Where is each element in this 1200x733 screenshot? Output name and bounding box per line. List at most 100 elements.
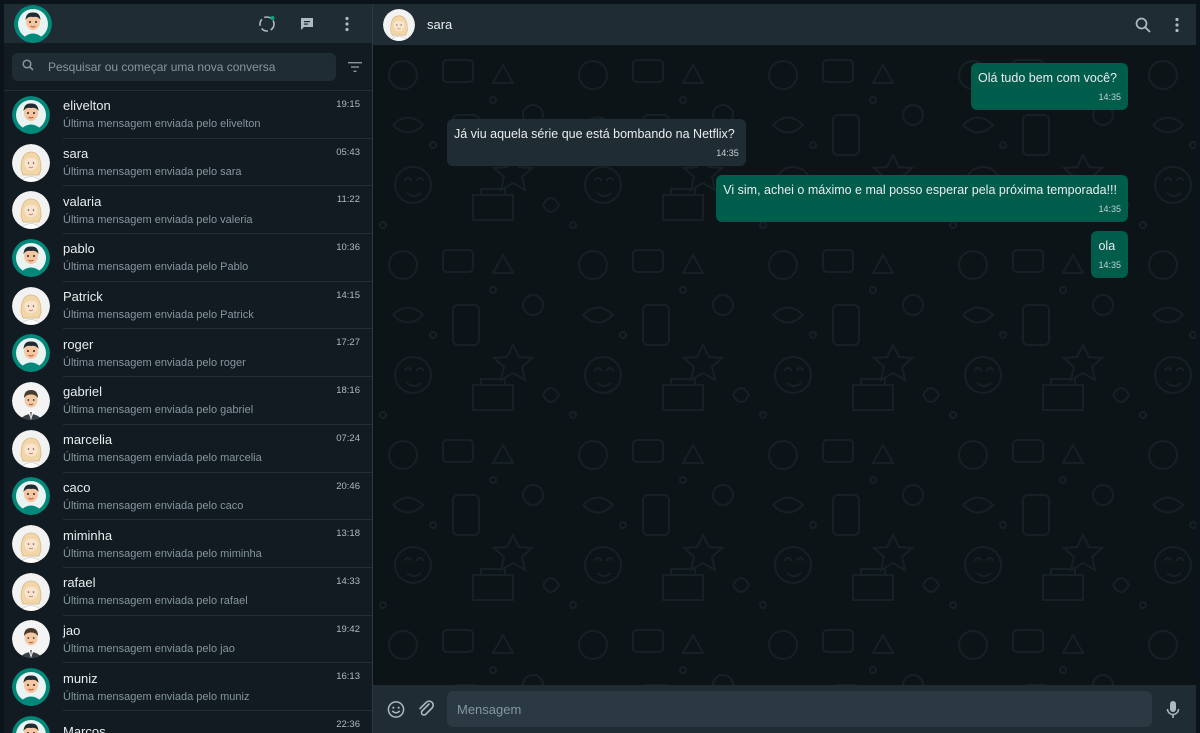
chat-time: 16:13 [336,671,360,683]
chat-item-body: jao 19:42 Última mensagem enviada pelo j… [63,616,372,664]
chat-time: 19:15 [336,99,360,110]
chat-last-message: Última mensagem enviada pelo sara [63,166,242,179]
chat-last-message: Última mensagem enviada pelo Patrick [63,309,254,322]
attach-icon[interactable] [417,700,435,718]
chat-last-message: Última mensagem enviada pelo Pablo [63,261,249,274]
chat-list-item[interactable]: Marcos 22:36 [4,711,372,733]
chat-item-body: Patrick 14:15 Última mensagem enviada pe… [63,282,372,330]
chat-list-item[interactable]: elivelton 19:15 Última mensagem enviada … [4,91,372,139]
chat-time: 05:43 [336,146,360,158]
chat-list: elivelton 19:15 Última mensagem enviada … [4,91,372,733]
chat-name: caco [63,479,91,495]
chat-avatar [12,191,50,230]
chat-item-body: marcelia 07:24 Última mensagem enviada p… [63,425,372,473]
chat-avatar [12,668,50,707]
chat-time: 17:27 [336,337,360,349]
chat-item-body: roger 17:27 Última mensagem enviada pelo… [63,329,372,378]
search-input[interactable] [48,59,326,74]
chat-list-item[interactable]: sara 05:43 Última mensagem enviada pelo … [4,139,372,187]
chat-item-body: miminha 13:18 Última mensagem enviada pe… [63,520,372,568]
chat-avatar [12,525,50,564]
chat-time: 11:22 [336,194,360,206]
chat-avatar [12,381,50,420]
message-area[interactable]: Olá tudo bem com você? 14:35 Já viu aque… [373,45,1196,685]
chat-list-item[interactable]: gabriel 18:16 Última mensagem enviada pe… [4,377,372,425]
chat-panel: sara Olá tudo bem com você? 14:35 Já viu… [373,4,1196,733]
message-time: 14:35 [1098,260,1121,270]
chat-avatar [12,143,50,182]
chat-avatar [12,238,50,277]
message-time: 14:35 [716,148,739,158]
chat-list-item[interactable]: marcelia 07:24 Última mensagem enviada p… [4,425,372,473]
status-icon[interactable] [258,15,276,33]
message-bubble-incoming[interactable]: Já viu aquela série que está bombando na… [447,119,746,166]
contact-name: sara [427,17,453,32]
chat-item-body: elivelton 19:15 Última mensagem enviada … [63,91,372,139]
chat-time: 19:42 [336,623,360,635]
chat-last-message: Última mensagem enviada pelo gabriel [63,404,254,417]
message-text: Já viu aquela série que está bombando na… [454,127,735,141]
chat-last-message: Última mensagem enviada pelo muniz [63,690,250,703]
message-bubble-outgoing[interactable]: ola 14:35 [1091,231,1128,278]
chat-last-message: Última mensagem enviada pelo caco [63,499,244,512]
my-avatar[interactable] [14,4,52,43]
sidebar-header [4,4,372,43]
message-input[interactable] [447,691,1152,727]
contact-info[interactable]: sara [383,8,453,41]
chat-last-message: Última mensagem enviada pelo elivelton [63,118,261,131]
chat-name: gabriel [63,384,103,400]
message-text: Vi sim, achei o máximo e mal posso esper… [723,183,1117,197]
contact-avatar[interactable] [383,8,415,41]
chat-list-item[interactable]: roger 17:27 Última mensagem enviada pelo… [4,329,372,378]
chat-last-message: Última mensagem enviada pelo jao [63,642,235,655]
chat-avatar [12,95,50,134]
chat-name: miminha [63,527,113,543]
chat-last-message: Última mensagem enviada pelo rafael [63,595,248,608]
chat-name: sara [63,146,89,162]
chat-item-body: rafael 14:33 Última mensagem enviada pel… [63,568,372,616]
filter-icon[interactable] [346,58,364,76]
chat-time: 14:33 [336,575,360,587]
chat-time: 14:15 [336,289,360,301]
chat-list-item[interactable]: caco 20:46 Última mensagem enviada pelo … [4,473,372,521]
chat-header: sara [373,4,1196,45]
chat-last-message: Última mensagem enviada pelo valeria [63,213,253,226]
chat-list-item[interactable]: valaria 11:22 Última mensagem enviada pe… [4,186,372,235]
chat-name: jao [63,622,81,638]
chat-list-item[interactable]: jao 19:42 Última mensagem enviada pelo j… [4,616,372,664]
emoji-icon[interactable] [387,700,405,718]
chat-time: 20:46 [336,480,360,492]
chat-list-item[interactable]: pablo 10:36 Última mensagem enviada pelo… [4,234,372,282]
chat-name: muniz [63,670,98,686]
chat-time: 10:36 [336,242,360,254]
chat-avatar [12,429,50,468]
chat-list-item[interactable]: Patrick 14:15 Última mensagem enviada pe… [4,282,372,330]
mic-icon[interactable] [1164,700,1182,718]
chat-time: 18:16 [336,385,360,397]
menu-icon[interactable] [338,15,356,33]
chat-item-body: caco 20:46 Última mensagem enviada pelo … [63,473,372,521]
chat-name: Marcos [63,724,106,733]
chat-list-item[interactable]: miminha 13:18 Última mensagem enviada pe… [4,520,372,568]
chat-time: 13:18 [336,528,360,540]
chat-name: elivelton [63,98,111,114]
chat-last-message: Última mensagem enviada pelo roger [63,356,246,369]
chat-name: marcelia [63,432,113,448]
chat-avatar [12,477,50,516]
chat-search-icon[interactable] [1134,16,1152,34]
search-box [12,52,336,81]
message-bubble-outgoing[interactable]: Olá tudo bem com você? 14:35 [971,63,1128,110]
chat-avatar [12,620,50,659]
chat-list-item[interactable]: rafael 14:33 Última mensagem enviada pel… [4,568,372,616]
chat-list-item[interactable]: muniz 16:13 Última mensagem enviada pelo… [4,663,372,711]
chat-name: rafael [63,575,96,591]
search-icon[interactable] [22,58,34,76]
chat-avatar [12,715,50,733]
message-time: 14:35 [1098,204,1121,214]
message-bubble-outgoing[interactable]: Vi sim, achei o máximo e mal posso esper… [716,175,1128,222]
chat-name: pablo [63,241,95,257]
chat-menu-icon[interactable] [1168,16,1186,34]
message-time: 14:35 [1098,92,1121,102]
new-chat-icon[interactable] [298,15,316,33]
chat-last-message: Última mensagem enviada pelo miminha [63,547,262,560]
